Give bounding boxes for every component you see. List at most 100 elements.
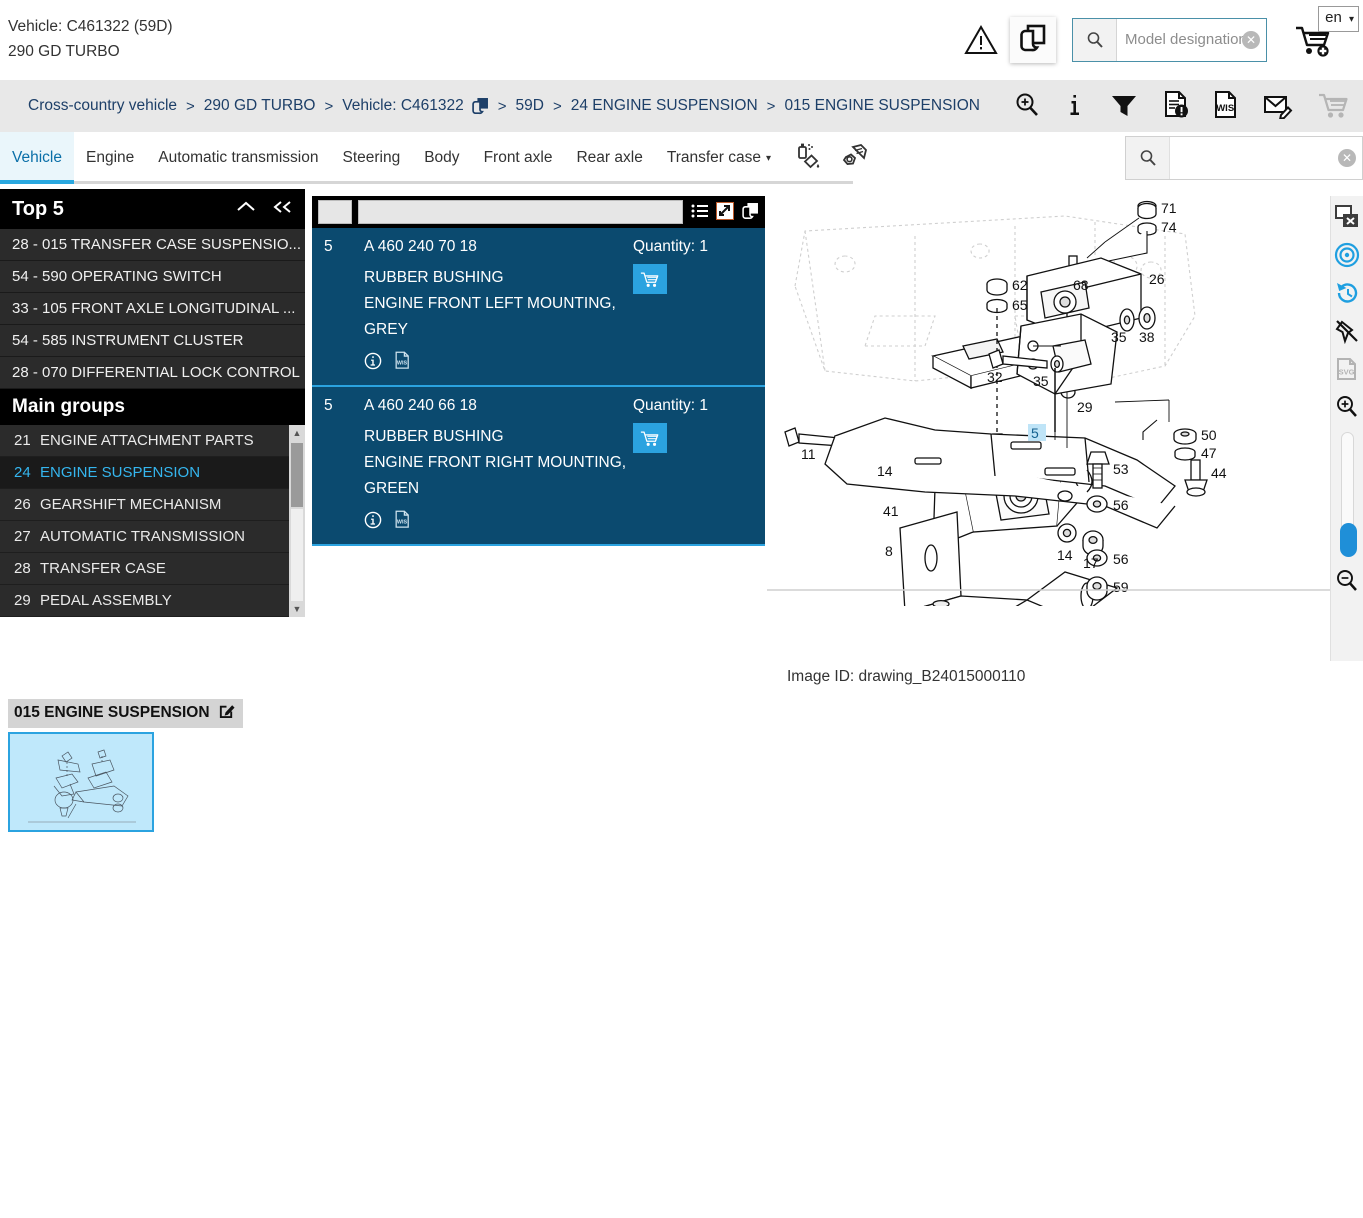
zoom-out-icon[interactable] (1334, 568, 1360, 594)
top5-item-1[interactable]: 54 - 590 OPERATING SWITCH (0, 261, 305, 293)
search-icon[interactable] (1073, 18, 1117, 61)
svg-text:62: 62 (1012, 277, 1028, 293)
edit-pencil-icon[interactable] (218, 702, 235, 724)
top5-title: Top 5 (12, 197, 64, 220)
svg-text:71: 71 (1161, 200, 1177, 216)
tab-front-axle[interactable]: Front axle (472, 132, 565, 184)
model-search-box[interactable]: Model designation ✕ (1072, 17, 1267, 62)
breadcrumb-item-1[interactable]: 290 GD TURBO (204, 97, 316, 115)
chevron-up-icon[interactable] (235, 198, 257, 221)
top5-item-2[interactable]: 33 - 105 FRONT AXLE LONGITUDINAL ... (0, 293, 305, 325)
zoom-in-icon[interactable] (1334, 394, 1360, 420)
tab-steering[interactable]: Steering (330, 132, 412, 184)
language-selector[interactable]: en ▾ (1318, 6, 1359, 32)
scrollbar-track[interactable] (291, 509, 303, 601)
tab-rear-axle[interactable]: Rear axle (564, 132, 654, 184)
info-circle-icon[interactable] (364, 511, 382, 532)
tab-vehicle[interactable]: Vehicle (0, 132, 74, 184)
thumbnail-image[interactable] (8, 732, 154, 832)
wis-document-icon[interactable]: WIS (394, 510, 411, 532)
table-row[interactable]: 5 A 460 240 70 18 RUBBER BUSHING ENGINE … (312, 228, 765, 388)
search-icon[interactable] (1126, 137, 1170, 179)
clear-x-icon[interactable]: ✕ (1242, 30, 1260, 49)
main-group-item-21[interactable]: 21 ENGINE ATTACHMENT PARTS (0, 425, 305, 457)
add-to-cart-button[interactable] (633, 423, 667, 454)
chevron-double-left-icon[interactable] (271, 198, 295, 221)
envelope-edit-icon[interactable] (1263, 91, 1293, 122)
parts-index-field[interactable] (318, 200, 352, 224)
info-circle-icon[interactable] (364, 352, 382, 373)
main-group-item-24[interactable]: 24 ENGINE SUSPENSION (0, 457, 305, 489)
svg-export-icon[interactable]: SVG (1334, 356, 1360, 382)
history-reset-icon[interactable] (1334, 280, 1360, 306)
compare-documents-button[interactable] (1010, 16, 1056, 63)
filter-icon[interactable] (1109, 91, 1139, 122)
main-group-number: 24 (14, 464, 31, 481)
list-view-icon[interactable] (691, 203, 709, 222)
model-search-input[interactable]: Model designation ✕ (1117, 19, 1266, 61)
breadcrumb-item-2[interactable]: Vehicle: C461322 (342, 97, 464, 115)
main-group-item-29[interactable]: 29 PEDAL ASSEMBLY (0, 585, 305, 617)
info-icon[interactable] (1065, 91, 1085, 122)
part-index: 5 (324, 397, 333, 415)
tab-bar-icons (793, 132, 869, 184)
breadcrumb-separator: > (766, 97, 776, 115)
main-group-item-27[interactable]: 27 AUTOMATIC TRANSMISSION (0, 521, 305, 553)
scrollbar-thumb[interactable] (291, 443, 303, 507)
main-group-number: 21 (14, 432, 31, 449)
parts-filter-field[interactable] (358, 200, 683, 224)
breadcrumb-item-3[interactable]: 59D (516, 97, 544, 115)
close-window-icon[interactable] (1334, 204, 1360, 230)
breadcrumb-item-5[interactable]: 015 ENGINE SUSPENSION (784, 97, 980, 115)
tab-transfer-case[interactable]: Transfer case ▾ (655, 132, 783, 184)
duplicate-icon[interactable] (741, 202, 759, 223)
fastener-bolt-icon[interactable] (839, 142, 869, 175)
copy-documents-icon[interactable] (471, 97, 489, 115)
parts-search-input[interactable]: ✕ (1170, 137, 1362, 179)
warning-triangle-icon[interactable] (958, 17, 1004, 63)
tab-automatic-transmission[interactable]: Automatic transmission (146, 132, 330, 184)
svg-text:68: 68 (1073, 277, 1089, 293)
main-groups-list: 21 ENGINE ATTACHMENT PARTS 24 ENGINE SUS… (0, 425, 305, 617)
breadcrumb-item-4[interactable]: 24 ENGINE SUSPENSION (571, 97, 758, 115)
cart-icon (640, 272, 659, 287)
paint-spray-icon[interactable] (793, 142, 821, 175)
parts-search-box[interactable]: ✕ (1125, 136, 1363, 180)
svg-text:59: 59 (1113, 579, 1129, 595)
svg-text:35: 35 (1111, 329, 1127, 345)
add-to-cart-button[interactable] (633, 264, 667, 294)
unpin-icon[interactable] (1334, 318, 1360, 344)
wis-document-icon[interactable]: WIS (1213, 90, 1239, 123)
top5-item-0[interactable]: 28 - 015 TRANSFER CASE SUSPENSIO... (0, 229, 305, 261)
main-groups-header: Main groups (0, 389, 305, 425)
tab-body[interactable]: Body (412, 132, 471, 184)
main-group-item-26[interactable]: 26 GEARSHIFT MECHANISM (0, 489, 305, 521)
vehicle-model-line: 290 GD TURBO (8, 42, 120, 60)
tab-engine[interactable]: Engine (74, 132, 146, 184)
svg-text:38: 38 (1139, 329, 1155, 345)
cart-icon[interactable] (1317, 91, 1349, 122)
expand-icon[interactable] (716, 201, 734, 223)
drawing-image-id: Image ID: drawing_B24015000110 (787, 668, 1026, 685)
zoom-slider-handle[interactable] (1339, 523, 1357, 557)
wis-document-icon[interactable]: WIS (394, 351, 411, 373)
breadcrumb-item-0[interactable]: Cross-country vehicle (28, 97, 177, 115)
top5-item-3[interactable]: 54 - 585 INSTRUMENT CLUSTER (0, 325, 305, 357)
document-alert-icon[interactable] (1163, 90, 1189, 123)
triangle-up-icon[interactable]: ▲ (293, 425, 302, 441)
top5-item-4[interactable]: 28 - 070 DIFFERENTIAL LOCK CONTROL (0, 357, 305, 389)
main-groups-scrollbar[interactable]: ▲ ▼ (289, 425, 305, 617)
target-icon[interactable] (1334, 242, 1360, 268)
thumbnail-panel: 015 ENGINE SUSPENSION (8, 699, 243, 832)
table-row[interactable]: 5 A 460 240 66 18 RUBBER BUSHING ENGINE … (312, 387, 765, 547)
breadcrumb-separator: > (552, 97, 562, 115)
clear-x-icon[interactable]: ✕ (1338, 149, 1356, 167)
technical-drawing[interactable]: 62 65 68 71 74 26 11 14 5 14 17 32 35 35… (765, 196, 1335, 606)
callout-labels: 62 65 68 71 74 26 11 14 5 14 17 32 35 35… (801, 200, 1227, 595)
zoom-slider[interactable] (1339, 432, 1357, 557)
drawing-toolbar: SVG (1330, 196, 1363, 661)
main-group-item-28[interactable]: 28 TRANSFER CASE (0, 553, 305, 585)
magnifier-plus-icon[interactable] (1013, 91, 1041, 122)
svg-text:53: 53 (1113, 461, 1129, 477)
triangle-down-icon[interactable]: ▼ (293, 601, 302, 617)
